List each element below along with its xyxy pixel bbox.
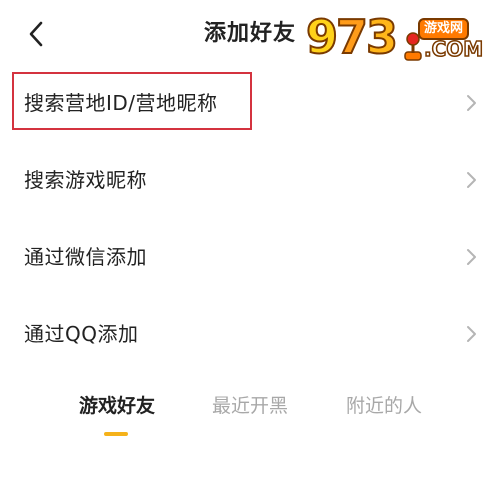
menu-item-add-via-qq[interactable]: 通过QQ添加 (0, 299, 500, 376)
menu-item-add-via-wechat[interactable]: 通过微信添加 (0, 222, 500, 299)
tab-nearby-people[interactable]: 附近的人 (336, 384, 432, 428)
menu-item-label: 搜索游戏昵称 (24, 168, 147, 192)
chevron-right-icon (467, 172, 476, 188)
tab-game-friends[interactable]: 游戏好友 (70, 384, 164, 428)
site-watermark-logo: 973 游戏网 .COM (305, 8, 496, 66)
add-friend-menu: 搜索营地ID/营地昵称 搜索游戏昵称 通过微信添加 通过QQ添加 (0, 68, 500, 376)
tab-active-indicator (104, 432, 128, 436)
watermark-suffix: .COM (423, 37, 484, 61)
watermark-number: 973 (305, 10, 399, 64)
back-button[interactable] (18, 14, 54, 54)
header-bar: 添加好友 973 游戏网 .COM (0, 0, 500, 68)
chevron-right-icon (467, 249, 476, 265)
menu-item-label: 通过QQ添加 (24, 322, 139, 346)
menu-item-search-game-nickname[interactable]: 搜索游戏昵称 (0, 145, 500, 222)
chevron-right-icon (467, 95, 476, 111)
menu-item-label: 通过微信添加 (24, 245, 147, 269)
chevron-left-icon (29, 21, 43, 47)
menu-item-search-camp-id[interactable]: 搜索营地ID/营地昵称 (0, 68, 500, 145)
friend-tabs: 游戏好友 最近开黑 附近的人 (0, 384, 500, 444)
chevron-right-icon (467, 326, 476, 342)
tab-recent-teammates[interactable]: 最近开黑 (202, 384, 298, 428)
menu-item-label: 搜索营地ID/营地昵称 (24, 91, 218, 115)
